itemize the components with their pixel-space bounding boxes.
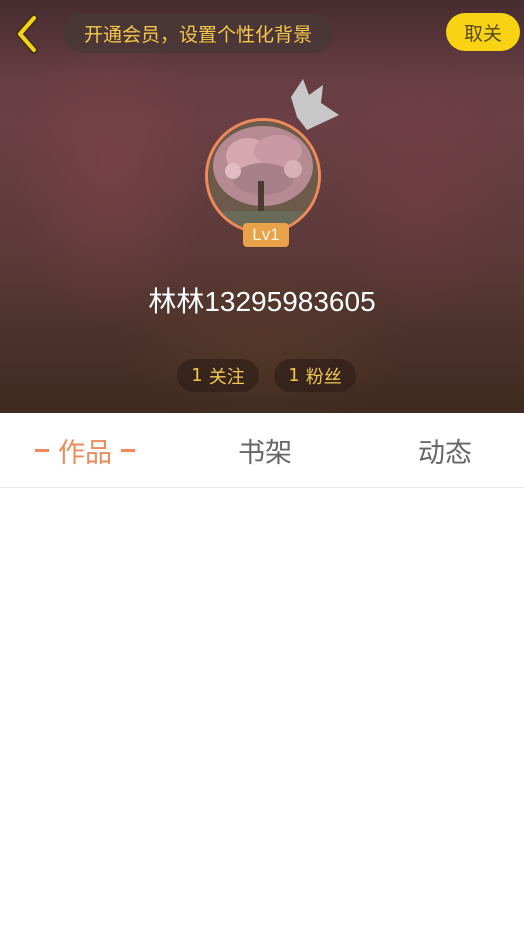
profile-header: 开通会员，设置个性化背景 取关 Lv1 林林13295983605 1 关注 1… — [0, 0, 524, 413]
following-label: 关注 — [208, 366, 245, 388]
active-indicator-right — [121, 448, 135, 452]
tab-works[interactable]: 作品 — [20, 413, 150, 487]
profile-tabs: 作品 书架 动态 — [0, 413, 524, 488]
unfollow-label: 取关 — [463, 22, 502, 45]
vip-promo-text: 开通会员，设置个性化背景 — [83, 23, 312, 46]
active-indicator-left — [35, 448, 49, 452]
fans-stat[interactable]: 1 粉丝 — [274, 359, 356, 392]
tab-bookshelf-label: 书架 — [238, 437, 292, 469]
chevron-left-icon — [16, 14, 38, 54]
unfollow-button[interactable]: 取关 — [446, 13, 520, 51]
back-button[interactable] — [6, 12, 46, 56]
fans-count: 1 — [288, 365, 300, 386]
following-count: 1 — [191, 365, 203, 386]
fans-label: 粉丝 — [305, 366, 342, 388]
level-badge: Lv1 — [243, 223, 289, 247]
tab-bookshelf[interactable]: 书架 — [200, 413, 330, 487]
avatar-image — [208, 121, 318, 231]
tab-feed[interactable]: 动态 — [380, 413, 510, 487]
tab-feed-label: 动态 — [418, 437, 472, 469]
vip-promo-banner[interactable]: 开通会员，设置个性化背景 — [63, 13, 333, 53]
username: 林林13295983605 — [148, 286, 376, 317]
tab-content-area — [0, 488, 524, 928]
avatar[interactable] — [205, 118, 321, 234]
level-text: Lv1 — [252, 225, 280, 244]
tab-works-label: 作品 — [58, 437, 112, 469]
following-stat[interactable]: 1 关注 — [177, 359, 259, 392]
